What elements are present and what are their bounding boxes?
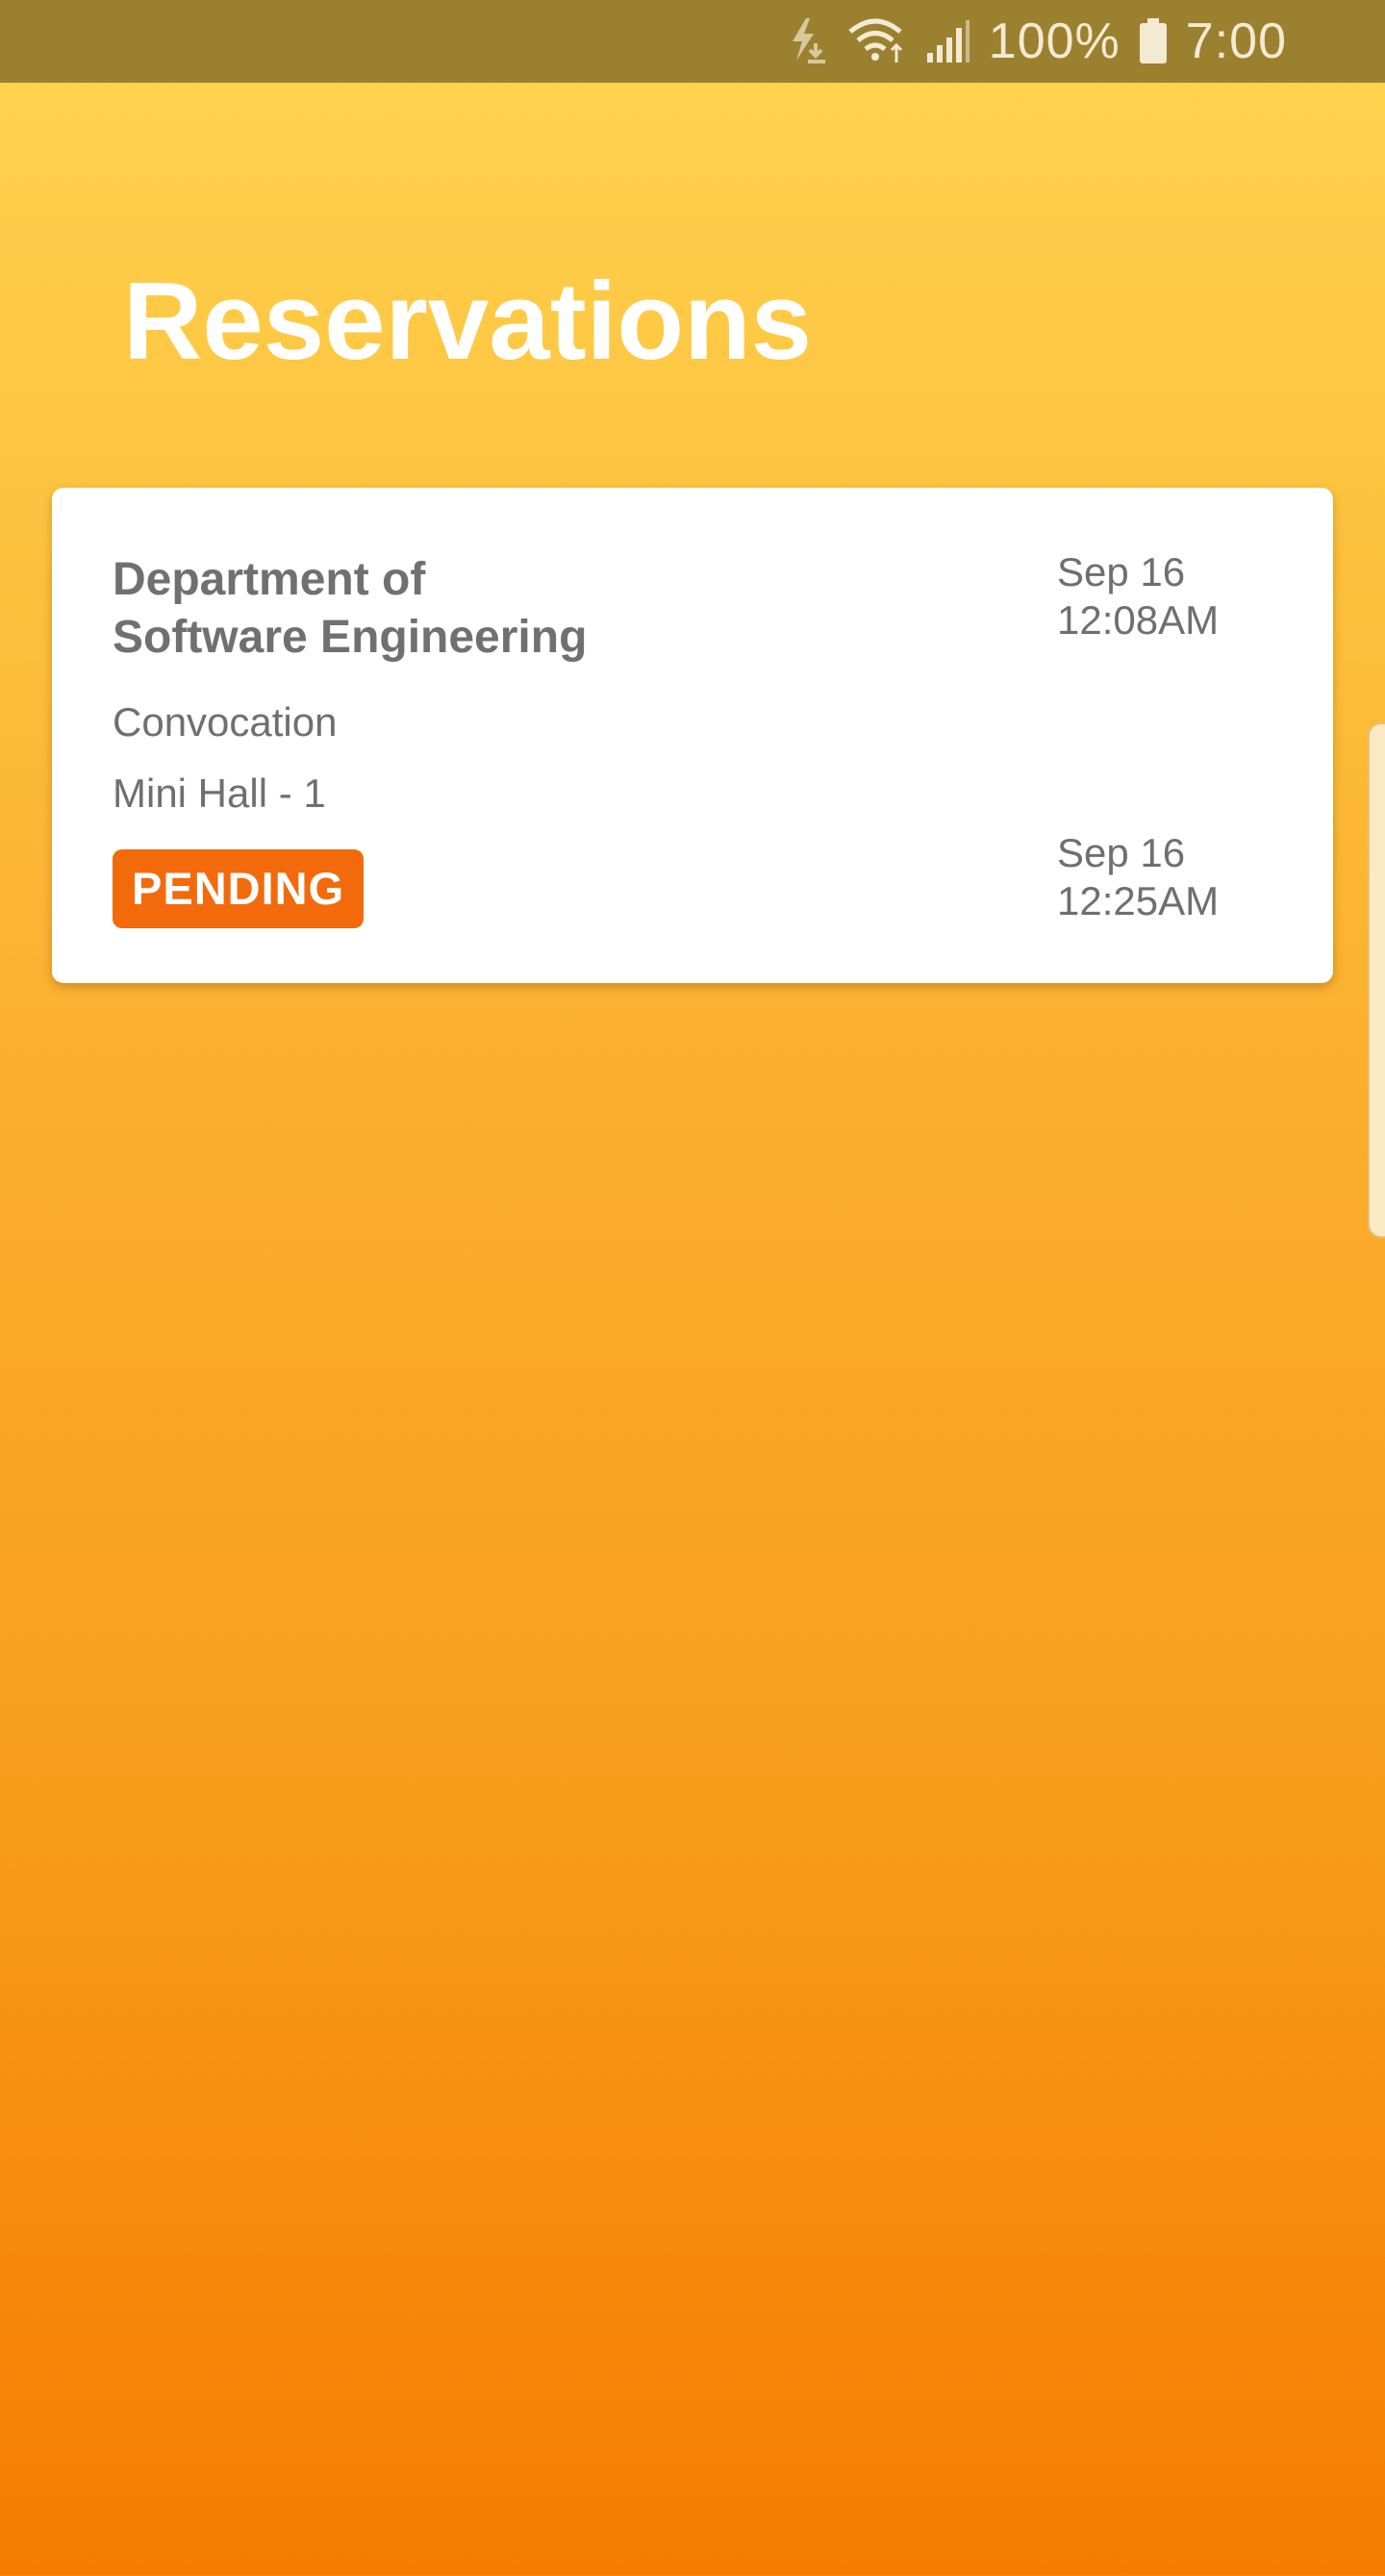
battery-percentage: 100%	[988, 13, 1121, 69]
clock: 7:00	[1185, 13, 1287, 69]
organization-name: Department of Software Engineering	[113, 551, 786, 667]
organization-line-2: Software Engineering	[113, 612, 588, 663]
wifi-icon	[846, 16, 908, 66]
start-datetime: Sep 16 12:08AM	[1057, 548, 1219, 644]
end-datetime: Sep 16 12:25AM	[1057, 829, 1219, 925]
status-badge: PENDING	[113, 849, 365, 928]
reservation-card[interactable]: Department of Software Engineering Convo…	[52, 488, 1333, 983]
battery-icon	[1138, 18, 1169, 64]
start-date: Sep 16	[1057, 549, 1186, 594]
start-time: 12:08AM	[1057, 597, 1220, 643]
event-name: Convocation	[113, 699, 338, 745]
edge-panel-handle[interactable]	[1368, 722, 1385, 1238]
page-title: Reservations	[123, 261, 813, 383]
end-date: Sep 16	[1057, 830, 1186, 875]
end-time: 12:25AM	[1057, 878, 1220, 923]
status-bar: 100% 7:00	[0, 0, 1385, 83]
signal-icon	[925, 16, 971, 66]
venue-name: Mini Hall - 1	[113, 770, 326, 816]
organization-line-1: Department of	[113, 554, 426, 605]
flash-download-icon	[787, 16, 829, 66]
